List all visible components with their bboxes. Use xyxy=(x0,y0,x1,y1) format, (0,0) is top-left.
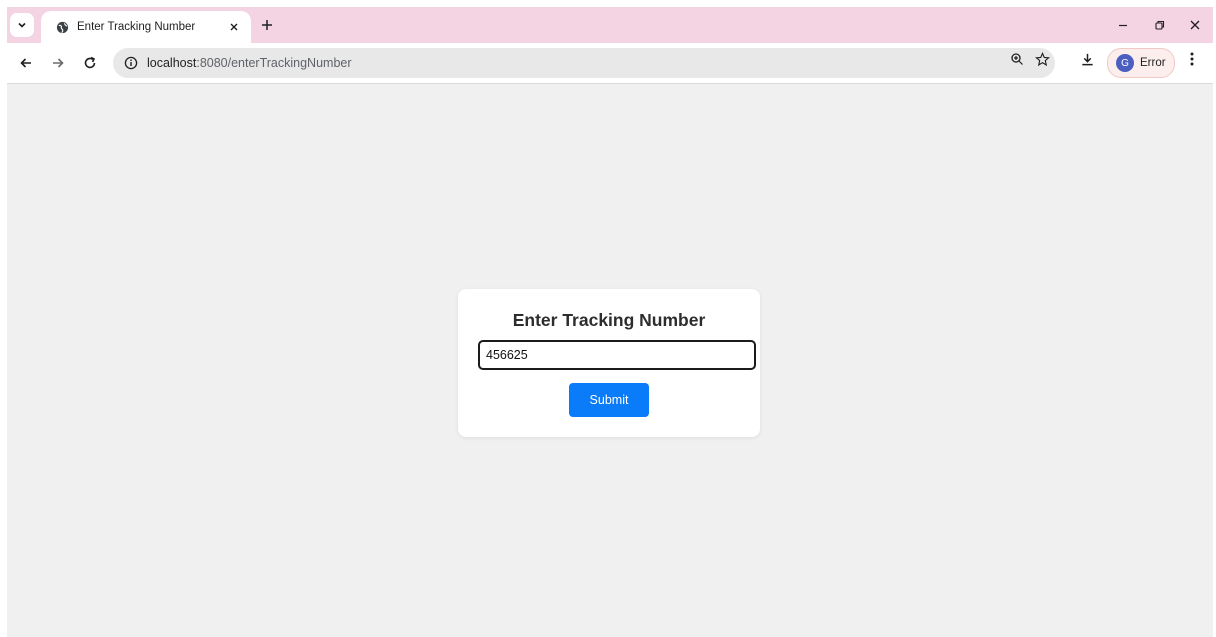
chevron-down-icon xyxy=(18,22,26,28)
tab-search-button[interactable] xyxy=(10,13,34,37)
star-icon xyxy=(1034,51,1050,66)
site-info-icon[interactable] xyxy=(122,54,140,72)
tab-title: Enter Tracking Number xyxy=(77,21,196,33)
forward-button[interactable] xyxy=(46,51,70,75)
tab-strip: Enter Tracking Number xyxy=(7,7,1213,43)
downloads-button[interactable] xyxy=(1077,49,1097,69)
download-icon xyxy=(1081,53,1093,65)
globe-icon xyxy=(55,20,69,34)
profile-status-label: Error xyxy=(1140,57,1166,69)
reload-icon xyxy=(84,56,96,69)
back-button[interactable] xyxy=(14,51,38,75)
address-bar[interactable]: localhost:8080/enterTrackingNumber xyxy=(113,48,1055,78)
close-icon xyxy=(1190,20,1200,30)
zoom-button[interactable] xyxy=(1007,49,1027,69)
active-tab[interactable]: Enter Tracking Number xyxy=(41,11,251,43)
menu-button[interactable] xyxy=(1182,49,1202,69)
url-text[interactable]: localhost:8080/enterTrackingNumber xyxy=(147,56,352,70)
arrow-right-icon xyxy=(53,58,64,68)
restore-button[interactable] xyxy=(1148,13,1172,37)
avatar: G xyxy=(1116,54,1134,72)
tracking-form-card: Enter Tracking Number Submit xyxy=(458,289,760,437)
arrow-left-icon xyxy=(20,58,31,68)
close-window-button[interactable] xyxy=(1183,13,1207,37)
zoom-icon xyxy=(1011,53,1023,65)
plus-icon xyxy=(262,20,272,30)
url-host: localhost xyxy=(147,56,197,70)
tracking-number-input[interactable] xyxy=(478,340,756,370)
browser-window: Enter Tracking Number localhost:8080/ent… xyxy=(7,7,1213,637)
url-path: :8080/enterTrackingNumber xyxy=(196,56,352,70)
reload-button[interactable] xyxy=(78,51,102,75)
bookmark-button[interactable] xyxy=(1032,49,1052,69)
page-title: Enter Tracking Number xyxy=(512,310,706,330)
profile-button[interactable]: G Error xyxy=(1107,48,1175,78)
more-vertical-icon xyxy=(1190,52,1194,66)
new-tab-button[interactable] xyxy=(257,15,277,35)
browser-toolbar: localhost:8080/enterTrackingNumber G Err… xyxy=(7,43,1213,84)
restore-icon xyxy=(1155,20,1165,30)
minimize-icon xyxy=(1119,24,1127,27)
minimize-button[interactable] xyxy=(1111,13,1135,37)
submit-button[interactable]: Submit xyxy=(569,383,649,417)
close-tab-icon[interactable] xyxy=(225,18,243,36)
